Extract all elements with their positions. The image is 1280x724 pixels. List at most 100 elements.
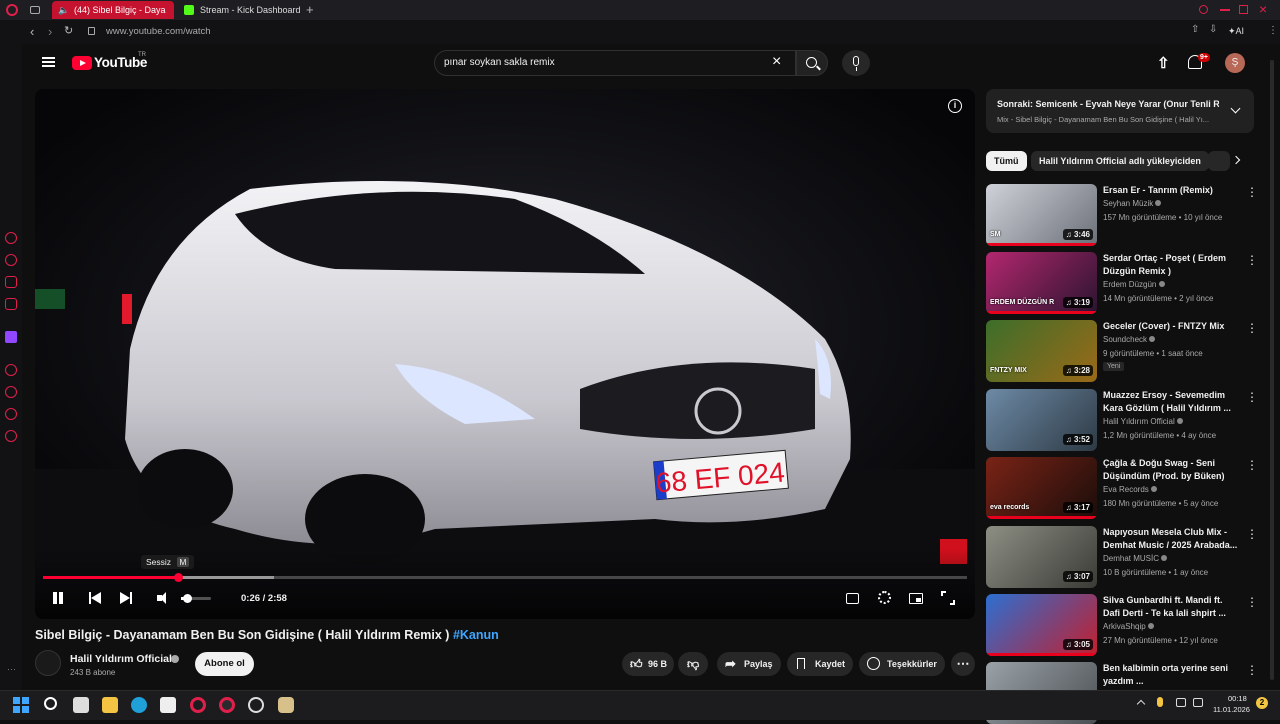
video-thumbnail[interactable]: eva records ♫ 3:17 bbox=[986, 457, 1097, 519]
progress-track[interactable] bbox=[43, 573, 967, 582]
recommendation-title[interactable]: Çağla & Doğu Swag - Seni Düşündüm (Prod.… bbox=[1103, 457, 1241, 482]
tab-youtube[interactable]: 🔈 (44) Sibel Bilgiç - Daya bbox=[52, 1, 174, 19]
recommendation-channel[interactable]: Soundcheck bbox=[1103, 335, 1156, 344]
share-page-icon[interactable]: ⇧ bbox=[1191, 24, 1199, 35]
recommendation-channel[interactable]: Erdem Düzgün bbox=[1103, 280, 1165, 289]
recommendation-title[interactable]: Napıyosun Mesela Club Mix - Demhat Music… bbox=[1103, 526, 1241, 551]
recommendation-item[interactable]: Ben kalbimin orta yerine seni yazdım ...… bbox=[986, 662, 1258, 724]
search-input[interactable]: pınar soykan sakla remix × bbox=[434, 50, 796, 76]
recommendation-title[interactable]: Ersan Er - Tanrım (Remix) bbox=[1103, 184, 1241, 197]
task-view-icon[interactable] bbox=[73, 697, 89, 713]
recommendation-title[interactable]: Ben kalbimin orta yerine seni yazdım ... bbox=[1103, 662, 1241, 687]
avatar[interactable]: Ş bbox=[1225, 53, 1245, 73]
tray-mic-icon[interactable] bbox=[1157, 697, 1163, 707]
whatsapp-icon[interactable] bbox=[5, 254, 17, 266]
minimize-button[interactable] bbox=[1220, 9, 1230, 11]
search-tabs-icon[interactable] bbox=[1199, 5, 1208, 14]
ai-button[interactable]: ✦AI bbox=[1228, 26, 1244, 37]
more-actions-button[interactable]: ⋯ bbox=[951, 652, 975, 676]
notification-center-badge[interactable]: 2 bbox=[1256, 697, 1268, 709]
hashtag-link[interactable]: #Kanun bbox=[453, 628, 499, 642]
recommendation-channel[interactable]: Demhat MUSİC bbox=[1103, 554, 1168, 563]
recommendation-menu-icon[interactable]: ⋮ bbox=[1246, 459, 1258, 471]
player-icon[interactable] bbox=[5, 364, 17, 376]
recommendation-item[interactable]: ♫ 3:05 Silva Gunbardhi ft. Mandi ft. Dafi… bbox=[986, 594, 1258, 656]
taskbar-search-icon[interactable] bbox=[44, 697, 57, 710]
obs-icon[interactable] bbox=[248, 697, 264, 713]
recommendation-menu-icon[interactable]: ⋮ bbox=[1246, 391, 1258, 403]
bookmarks-icon[interactable] bbox=[5, 408, 17, 420]
chip-all[interactable]: Tümü bbox=[986, 151, 1027, 171]
video-thumbnail[interactable]: FNTZY MIX ♫ 3:28 bbox=[986, 320, 1097, 382]
instagram-icon[interactable] bbox=[5, 276, 17, 288]
url-field[interactable]: www.youtube.com/watch bbox=[106, 26, 211, 37]
clock-time[interactable]: 00:18 bbox=[1228, 694, 1247, 703]
history-icon[interactable] bbox=[5, 386, 17, 398]
recommendation-menu-icon[interactable]: ⋮ bbox=[1246, 528, 1258, 540]
twitch-icon[interactable] bbox=[5, 331, 17, 343]
recommendation-menu-icon[interactable]: ⋮ bbox=[1246, 186, 1258, 198]
recommendation-title[interactable]: Silva Gunbardhi ft. Mandi ft. Dafi Derti… bbox=[1103, 594, 1241, 619]
thanks-button[interactable]: Teşekkürler bbox=[859, 652, 945, 676]
progress-scrubber[interactable] bbox=[173, 573, 183, 582]
chevron-down-icon[interactable] bbox=[1230, 103, 1241, 114]
discord-icon[interactable] bbox=[5, 298, 17, 310]
next-button[interactable] bbox=[120, 592, 133, 604]
volume-button[interactable] bbox=[157, 592, 171, 604]
chip-uploader[interactable]: Halil Yıldırım Official adlı yükleyicide… bbox=[1031, 151, 1209, 171]
file-explorer-icon[interactable] bbox=[102, 697, 118, 713]
save-button[interactable]: Kaydet bbox=[787, 652, 853, 676]
video-thumbnail[interactable]: ♫ 3:07 bbox=[986, 526, 1097, 588]
previous-button[interactable] bbox=[89, 592, 102, 604]
taskbar-app-icon[interactable] bbox=[278, 697, 294, 713]
tray-audio-icon[interactable] bbox=[1176, 698, 1186, 707]
edge-icon[interactable] bbox=[131, 697, 147, 713]
close-window-button[interactable]: × bbox=[1259, 1, 1267, 17]
opera-icon[interactable] bbox=[190, 697, 206, 713]
recommendation-title[interactable]: Geceler (Cover) - FNTZY Mix bbox=[1103, 320, 1241, 333]
video-thumbnail[interactable]: ♫ 3:52 bbox=[986, 389, 1097, 451]
recommendation-menu-icon[interactable]: ⋮ bbox=[1246, 596, 1258, 608]
volume-knob[interactable] bbox=[183, 594, 192, 603]
store-icon[interactable] bbox=[160, 697, 176, 713]
more-sidebar-icon[interactable]: ⋯ bbox=[7, 664, 16, 675]
channel-avatar[interactable] bbox=[35, 650, 61, 676]
back-icon[interactable]: ‹ bbox=[30, 24, 34, 39]
like-button[interactable]: 👍︎ 96 B bbox=[622, 652, 674, 676]
messenger-icon[interactable] bbox=[5, 232, 17, 244]
channel-name[interactable]: Halil Yıldırım Official bbox=[70, 653, 172, 665]
recommendation-item[interactable]: ♫ 3:52 Muazzez Ersoy - Sevemedim Kara Göz… bbox=[986, 389, 1258, 451]
clock-date[interactable]: 11.01.2026 bbox=[1213, 705, 1250, 714]
page-scrollbar[interactable] bbox=[1270, 60, 1274, 680]
chips-next-icon[interactable] bbox=[1231, 155, 1241, 165]
voice-search-button[interactable] bbox=[842, 50, 870, 76]
recommendation-item[interactable]: SM ♫ 3:46 Ersan Er - Tanrım (Remix) Seyhan … bbox=[986, 184, 1258, 246]
clear-search-icon[interactable]: × bbox=[772, 53, 781, 71]
pause-button[interactable] bbox=[51, 591, 65, 605]
forward-icon[interactable]: › bbox=[48, 24, 52, 39]
fullscreen-button[interactable] bbox=[941, 591, 955, 605]
recommendation-menu-icon[interactable]: ⋮ bbox=[1246, 664, 1258, 676]
workspace-icon[interactable] bbox=[30, 6, 40, 14]
info-icon[interactable]: i bbox=[948, 99, 962, 113]
recommendation-channel[interactable]: Halil Yıldırım Official bbox=[1103, 417, 1183, 426]
upload-icon[interactable]: ⇧ bbox=[1157, 54, 1170, 72]
share-button[interactable]: ➦ Paylaş bbox=[717, 652, 781, 676]
search-button[interactable] bbox=[796, 50, 828, 76]
video-thumbnail[interactable]: ERDEM DÜZGÜN R ♫ 3:19 bbox=[986, 252, 1097, 314]
video-player[interactable]: 68 EF 024 i Sessiz M 0:26 / 2:58 bbox=[35, 89, 975, 619]
new-tab-button[interactable]: + bbox=[306, 2, 314, 18]
menu-icon[interactable]: ⋮ bbox=[1268, 25, 1278, 36]
recommendation-channel[interactable]: ArkivaShqip bbox=[1103, 622, 1154, 631]
download-icon[interactable]: ⇩ bbox=[1209, 24, 1217, 35]
recommendation-item[interactable]: ♫ 3:07 Napıyosun Mesela Club Mix - Demhat… bbox=[986, 526, 1258, 588]
chip-overflow[interactable] bbox=[1208, 151, 1230, 171]
recommendation-title[interactable]: Serdar Ortaç - Poşet ( Erdem Düzgün Remi… bbox=[1103, 252, 1241, 277]
maximize-button[interactable] bbox=[1239, 5, 1248, 14]
dislike-button[interactable]: 👎︎ bbox=[678, 652, 708, 676]
settings-icon[interactable] bbox=[5, 430, 17, 442]
subtitles-button[interactable] bbox=[846, 593, 859, 604]
recommendation-item[interactable]: FNTZY MIX ♫ 3:28 Geceler (Cover) - FNTZY M… bbox=[986, 320, 1258, 382]
video-thumbnail[interactable]: ♫ 3:05 bbox=[986, 594, 1097, 656]
recommendation-title[interactable]: Muazzez Ersoy - Sevemedim Kara Gözlüm ( … bbox=[1103, 389, 1241, 414]
